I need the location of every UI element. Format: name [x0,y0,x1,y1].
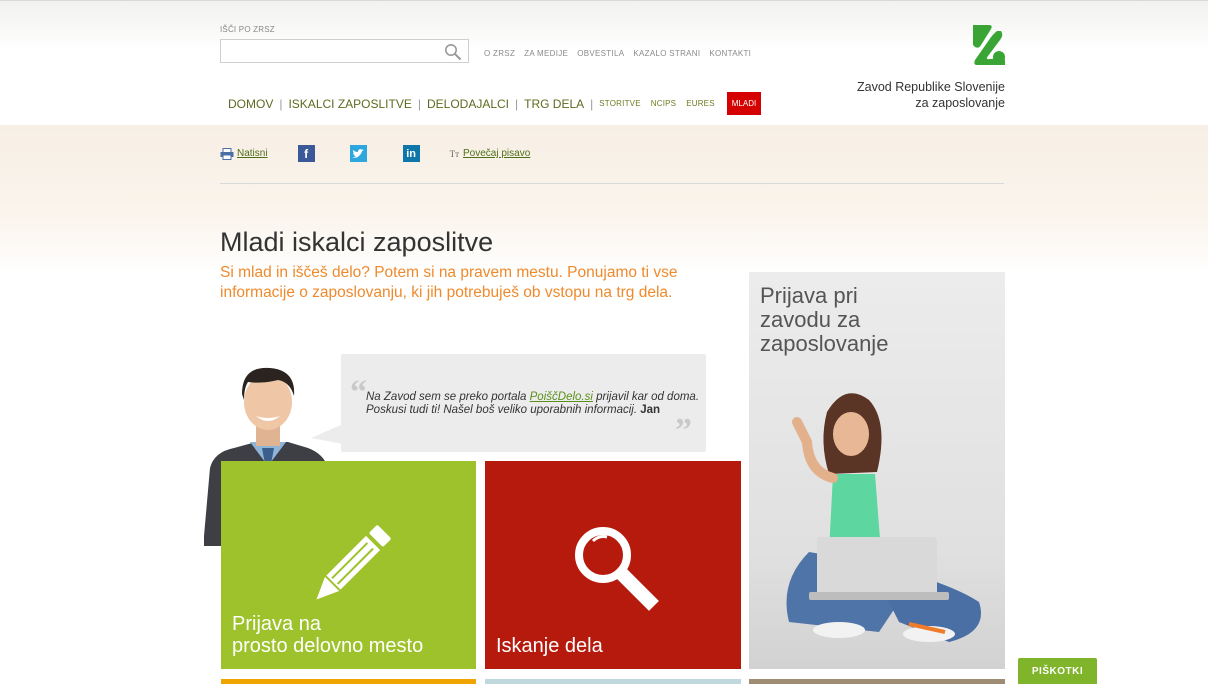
tile-zavod-line1: Prijava pri [760,283,858,308]
poiscidelo-link[interactable]: PoiščDelo.si [530,391,593,403]
org-name: Zavod Republike Slovenije za zaposlovanj… [857,79,1005,111]
org-name-line2: za zaposlovanje [915,96,1005,110]
printer-icon [220,147,234,160]
twitter-icon[interactable] [349,145,367,162]
quote-open-icon: “ [350,374,367,411]
nav-separator: | [279,96,283,111]
next-tile-strip-blue [485,679,741,684]
pencil-icon [316,525,391,600]
tile-prijava-line1: Prijava na [232,613,321,635]
search-icon[interactable] [444,43,462,61]
tile-zavod-label: Prijava pri zavodu za zaposlovanje [760,284,888,356]
top-link-o-zrsz[interactable]: O ZRSZ [484,49,515,58]
font-size-icon: Tт [449,148,460,159]
quote-author: Jan [640,403,661,416]
page-title: Mladi iskalci zaposlitve [220,227,494,258]
top-link-za-medije[interactable]: ZA MEDIJE [524,49,568,58]
zrsz-logo[interactable] [971,23,1005,65]
nav-storitve[interactable]: STORITVE [599,99,640,108]
quote-text: Na Zavod sem se preko portala PoiščDelo.… [366,391,701,416]
magnifier-icon [575,527,659,611]
top-link-obvestila[interactable]: OBVESTILA [577,49,624,58]
top-link-kontakti[interactable]: KONTAKTI [709,49,751,58]
tile-prijava-zavod[interactable]: Prijava pri zavodu za zaposlovanje [749,272,1005,669]
quote-text-start: Na Zavod sem se preko portala [366,391,530,403]
tile-prijava-label: Prijava na prosto delovno mesto [232,613,423,657]
next-tile-strip-orange [221,679,476,684]
nav-ncips[interactable]: NCIPS [651,99,676,108]
print-label: Natisni [237,148,268,159]
site-header: IŠČI PO ZRSZ O ZRSZ ZA MEDIJE OBVESTILA … [0,0,1208,126]
tile-zavod-line3: zaposlovanje [760,331,889,356]
nav-trg-dela[interactable]: TRG DELA [524,97,584,111]
linkedin-icon[interactable]: in [402,145,420,162]
nav-domov[interactable]: DOMOV [228,97,273,111]
page-tools: Natisni f in Tт Povečaj pisavo [220,145,530,162]
cookies-button[interactable]: PIŠKOTKI [1018,658,1097,684]
lead-text: Si mlad in iščeš delo? Potem si na prave… [220,264,678,301]
top-links: O ZRSZ ZA MEDIJE OBVESTILA KAZALO STRANI… [484,49,751,58]
nav-delodajalci[interactable]: DELODAJALCI [427,97,509,111]
nav-mladi[interactable]: MLADI [726,92,762,115]
top-link-kazalo-strani[interactable]: KAZALO STRANI [633,49,700,58]
tile-zavod-line2: zavodu za [760,307,861,332]
tile-iskanje-dela[interactable]: Iskanje dela [485,461,741,669]
tile-prijava-line2: prosto delovno mesto [232,635,424,657]
nav-separator: | [417,96,421,111]
main-nav: DOMOV | ISKALCI ZAPOSLITVE | DELODAJALCI… [228,92,762,115]
search-label: IŠČI PO ZRSZ [220,25,275,34]
tile-prijava-delovno-mesto[interactable]: Prijava na prosto delovno mesto [221,461,476,669]
nav-separator: | [590,96,594,111]
org-name-line1: Zavod Republike Slovenije [856,80,1005,94]
quote-close-icon: ” [675,412,692,449]
header-band [0,125,1208,275]
facebook-icon[interactable]: f [297,145,315,162]
print-link[interactable]: Natisni [220,147,268,160]
nav-eures[interactable]: EURES [686,99,715,108]
next-tile-strip-brown [749,679,1005,684]
font-size-label: Povečaj pisavo [463,148,531,159]
font-size-link[interactable]: Tт Povečaj pisavo [450,148,531,159]
girl-with-laptop-photo [786,393,981,642]
nav-separator: | [515,96,519,111]
search-input[interactable] [220,39,469,63]
testimonial-quote: “ Na Zavod sem se preko portala PoiščDel… [311,354,706,452]
tile-iskanje-label: Iskanje dela [496,635,603,657]
nav-iskalci-zaposlitve[interactable]: ISKALCI ZAPOSLITVE [288,97,411,111]
divider [220,183,1004,184]
